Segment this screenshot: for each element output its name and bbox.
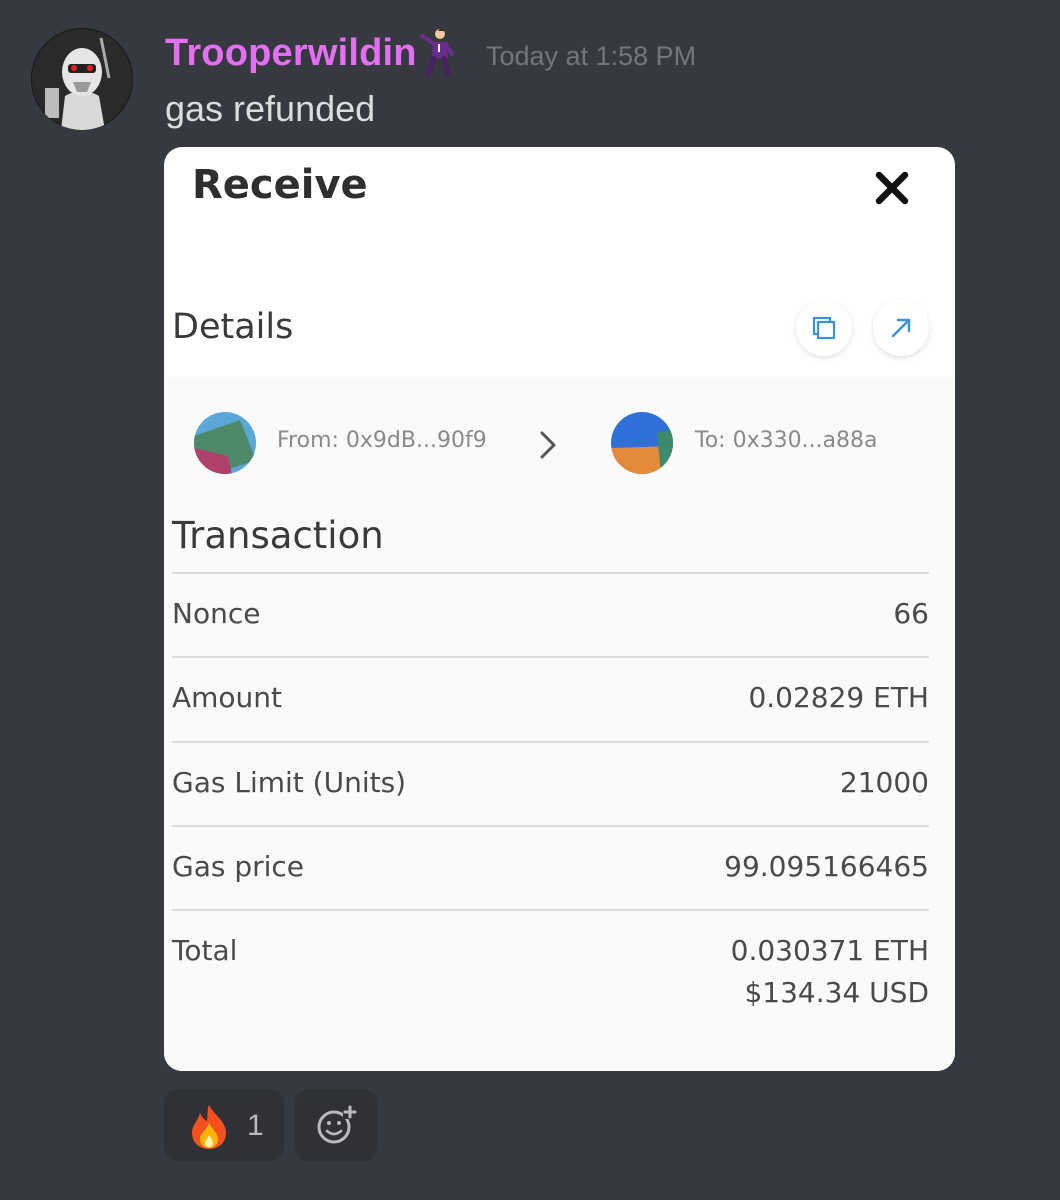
avatar[interactable] bbox=[31, 28, 133, 130]
external-link-icon bbox=[891, 318, 911, 338]
add-reaction-icon bbox=[317, 1105, 357, 1144]
divider bbox=[172, 656, 929, 658]
details-title: Details bbox=[172, 307, 294, 347]
nonce-label: Nonce bbox=[172, 597, 261, 630]
divider bbox=[172, 572, 929, 574]
gas-limit-value: 21000 bbox=[839, 766, 929, 799]
transaction-section-title: Transaction bbox=[172, 514, 384, 557]
divider bbox=[172, 825, 929, 827]
add-reaction-button[interactable] bbox=[295, 1089, 377, 1161]
amount-label: Amount bbox=[172, 681, 283, 714]
from-identicon bbox=[194, 412, 256, 474]
transaction-panel: From: 0x9dB...90f9 To: 0x330...a88a Tran… bbox=[164, 377, 955, 1071]
nonce-value: 66 bbox=[893, 597, 929, 630]
view-on-explorer-button[interactable] bbox=[873, 300, 929, 356]
fire-emoji-icon bbox=[192, 1105, 226, 1149]
copy-button[interactable] bbox=[796, 300, 852, 356]
chevron-right-icon bbox=[540, 431, 556, 459]
from-address[interactable]: From: 0x9dB...90f9 bbox=[277, 428, 487, 453]
to-identicon bbox=[611, 412, 673, 474]
man-dancing-emoji-icon bbox=[418, 26, 458, 78]
gas-price-label: Gas price bbox=[172, 850, 305, 883]
card-title: Receive bbox=[192, 162, 368, 208]
message-text: gas refunded bbox=[165, 88, 376, 129]
copy-icon bbox=[812, 316, 836, 340]
message-timestamp: Today at 1:58 PM bbox=[486, 41, 697, 71]
username[interactable]: Trooperwildin bbox=[165, 32, 417, 75]
avatar-image bbox=[31, 28, 133, 130]
total-eth-value: 0.030371 ETH bbox=[730, 934, 929, 967]
divider bbox=[172, 741, 929, 743]
to-address[interactable]: To: 0x330...a88a bbox=[695, 428, 878, 453]
close-icon[interactable] bbox=[873, 169, 911, 207]
divider bbox=[172, 909, 929, 911]
reaction-fire[interactable]: 1 bbox=[164, 1089, 284, 1161]
gas-price-value: 99.095166465 bbox=[724, 850, 929, 883]
gas-limit-label: Gas Limit (Units) bbox=[172, 766, 407, 799]
total-label: Total bbox=[172, 934, 238, 967]
amount-value: 0.02829 ETH bbox=[748, 681, 929, 714]
reaction-count: 1 bbox=[247, 1109, 264, 1142]
total-usd-value: $134.34 USD bbox=[744, 976, 929, 1009]
attachment-image[interactable]: Receive Details From: 0x9dB...90f9 To: 0… bbox=[164, 147, 955, 1071]
